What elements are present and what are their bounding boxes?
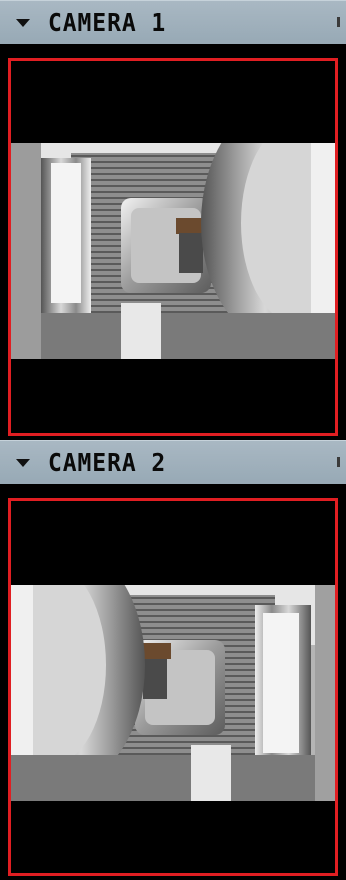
camera-1-header[interactable]: CAMERA 1 [0,0,346,44]
caret-down-icon[interactable] [16,459,30,467]
camera-2-header[interactable]: CAMERA 2 [0,440,346,484]
camera-2-panel: CAMERA 2 [0,440,346,880]
camera-2-title: CAMERA 2 [48,448,167,477]
caret-down-icon[interactable] [16,19,30,27]
camera-2-video-feed [11,585,335,801]
camera-1-feed-image [11,143,335,359]
camera-2-viewport[interactable] [8,498,338,876]
camera-1-panel: CAMERA 1 [0,0,346,440]
panel-handle-icon [337,457,340,467]
camera-2-feed-image [11,585,335,801]
panel-handle-icon [337,17,340,27]
camera-1-video-feed [11,143,335,359]
camera-1-title: CAMERA 1 [48,8,167,37]
camera-1-viewport[interactable] [8,58,338,436]
